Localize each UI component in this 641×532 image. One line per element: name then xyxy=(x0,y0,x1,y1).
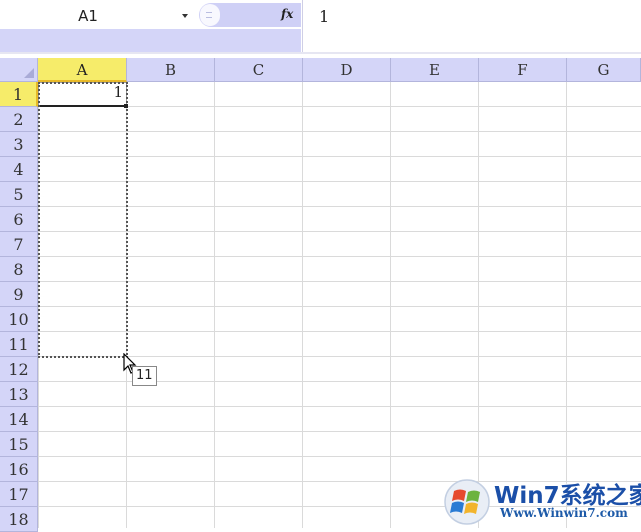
row-header-13[interactable]: 13 xyxy=(0,382,38,407)
column-header-b[interactable]: B xyxy=(127,58,215,82)
select-all-icon xyxy=(24,68,34,78)
spreadsheet-grid[interactable]: ABCDEFG 1 2 3 4 5 6 7 8 9 10 11 12 13 14 15 16 17 18 xyxy=(0,58,641,532)
grip-icon xyxy=(206,12,212,18)
cell-area[interactable] xyxy=(38,82,641,528)
column-header-f[interactable]: F xyxy=(479,58,567,82)
row-header-2[interactable]: 2 xyxy=(0,107,38,132)
fill-handle[interactable] xyxy=(124,104,128,108)
watermark-title: Win7系统之家 xyxy=(494,483,641,509)
toolbar-divider xyxy=(0,52,641,54)
formula-value[interactable]: 1 xyxy=(319,7,329,26)
fill-count-tooltip: 11 xyxy=(132,366,157,386)
watermark-url: Www.Winwin7.com xyxy=(500,506,628,520)
row-header-7[interactable]: 7 xyxy=(0,232,38,257)
select-all-corner[interactable] xyxy=(0,58,38,82)
chevron-down-icon[interactable] xyxy=(182,14,188,18)
name-box-value[interactable]: A1 xyxy=(0,7,176,25)
row-header-16[interactable]: 16 xyxy=(0,457,38,482)
windows-logo-icon xyxy=(444,479,490,525)
row-header-11[interactable]: 11 xyxy=(0,332,38,357)
formula-input[interactable]: 1 xyxy=(302,0,641,52)
column-header-c[interactable]: C xyxy=(215,58,303,82)
column-header-e[interactable]: E xyxy=(391,58,479,82)
row-header-10[interactable]: 10 xyxy=(0,307,38,332)
row-header-1[interactable]: 1 xyxy=(0,82,38,107)
row-header-9[interactable]: 9 xyxy=(0,282,38,307)
row-header-6[interactable]: 6 xyxy=(0,207,38,232)
column-header-g[interactable]: G xyxy=(567,58,641,82)
column-header-d[interactable]: D xyxy=(303,58,391,82)
row-header-17[interactable]: 17 xyxy=(0,482,38,507)
row-header-8[interactable]: 8 xyxy=(0,257,38,282)
fx-icon[interactable]: fx xyxy=(281,7,293,21)
formula-bar: A1 fx 1 xyxy=(0,0,641,54)
toolbar-band xyxy=(0,29,301,52)
column-header-a[interactable]: A xyxy=(38,58,127,82)
row-header-5[interactable]: 5 xyxy=(0,182,38,207)
watermark: Win7系统之家 Www.Winwin7.com xyxy=(440,472,641,528)
row-header-14[interactable]: 14 xyxy=(0,407,38,432)
row-header-3[interactable]: 3 xyxy=(0,132,38,157)
row-header-15[interactable]: 15 xyxy=(0,432,38,457)
cell-a1[interactable]: 1 xyxy=(40,83,123,101)
row-header-12[interactable]: 12 xyxy=(0,357,38,382)
row-header-4[interactable]: 4 xyxy=(0,157,38,182)
name-box[interactable]: A1 xyxy=(0,3,197,27)
row-header-18[interactable]: 18 xyxy=(0,507,38,532)
